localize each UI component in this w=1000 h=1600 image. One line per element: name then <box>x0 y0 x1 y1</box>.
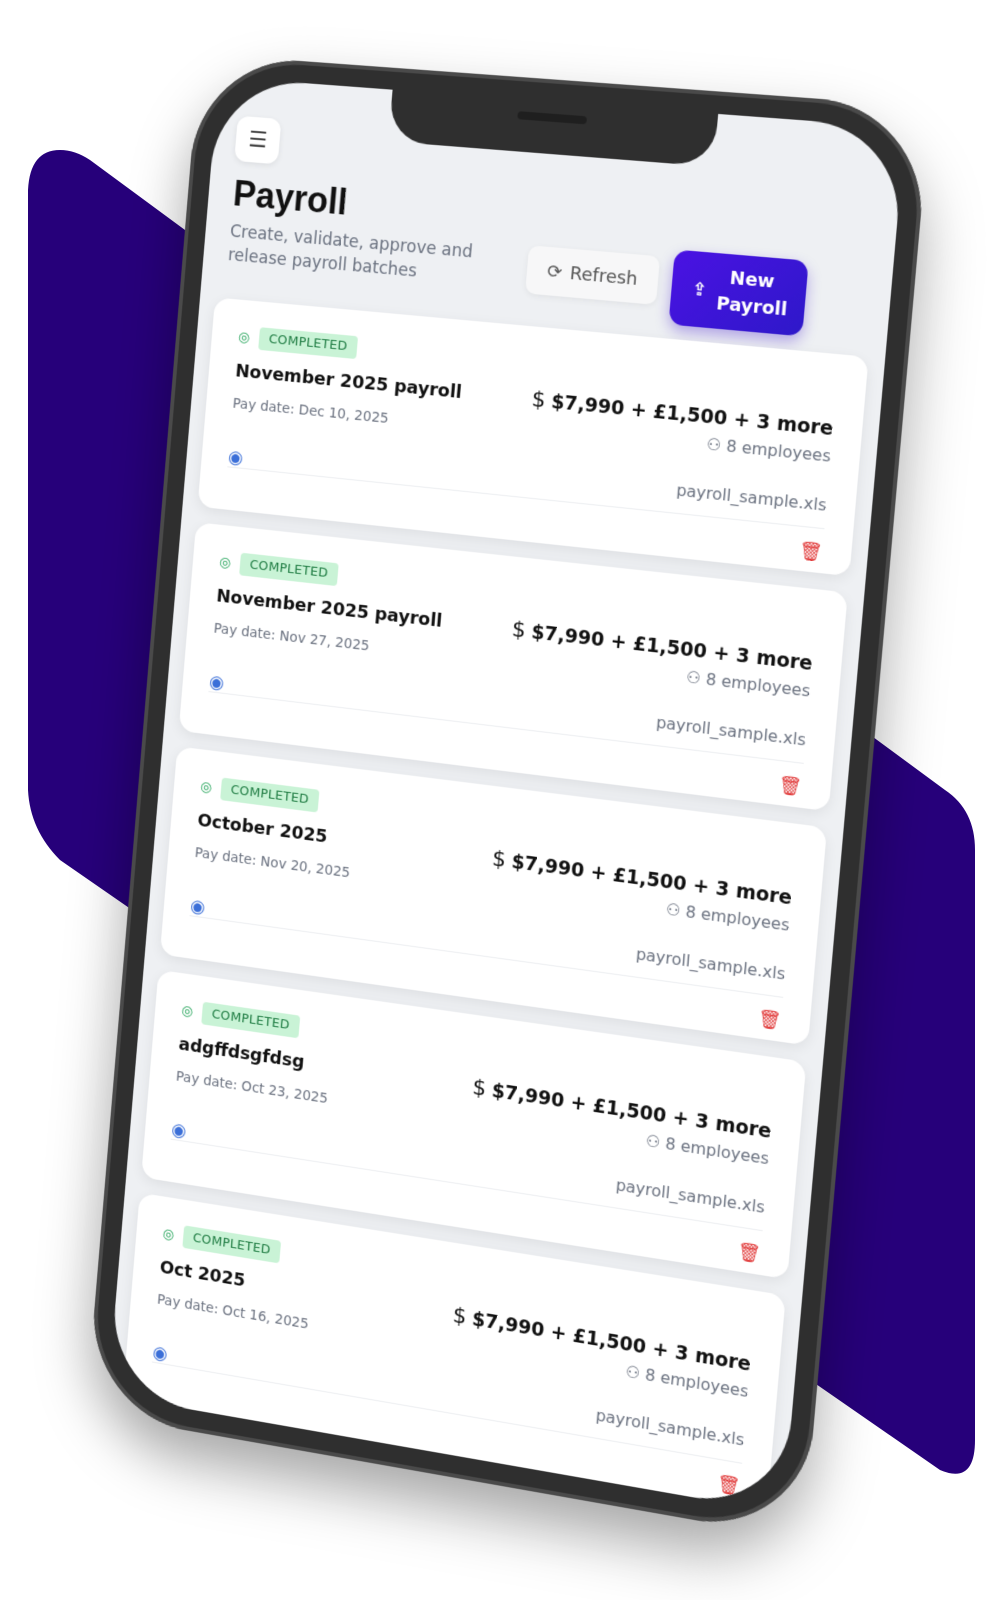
pay-date: Pay date: Nov 20, 2025 <box>194 845 351 881</box>
menu-icon: ☰ <box>247 127 268 153</box>
status-badge: COMPLETED <box>258 327 358 359</box>
upload-icon: ⇪ <box>691 278 708 301</box>
eye-icon[interactable]: ◉ <box>227 447 244 469</box>
new-payroll-label: New Payroll <box>715 265 787 324</box>
check-circle-icon: ◎ <box>162 1225 175 1242</box>
refresh-label: Refresh <box>569 262 638 289</box>
users-icon: ⚇ <box>645 1131 666 1153</box>
pay-date: Pay date: Nov 27, 2025 <box>213 621 370 655</box>
payroll-title: Oct 2025 <box>159 1257 246 1291</box>
new-payroll-button[interactable]: ⇪ New Payroll <box>668 249 808 336</box>
refresh-button[interactable]: ⟳ Refresh <box>525 245 660 305</box>
phone-frame: ☰ Payroll Create, validate, approve and … <box>86 54 931 1540</box>
payroll-list: ◎ COMPLETED November 2025 payroll Pay da… <box>121 297 869 1513</box>
users-icon: ⚇ <box>625 1362 646 1384</box>
trash-icon[interactable]: 🗑 <box>716 1473 741 1498</box>
file-name: payroll_sample.xls <box>655 713 806 750</box>
status-badge: COMPLETED <box>183 1225 281 1263</box>
pay-date: Pay date: Oct 16, 2025 <box>157 1292 310 1333</box>
payroll-title: November 2025 payroll <box>235 361 463 404</box>
status-row: ◎ COMPLETED <box>200 775 320 813</box>
employee-count-text: 8 employees <box>725 436 831 466</box>
status-badge: COMPLETED <box>201 1002 300 1039</box>
pay-date: Pay date: Oct 23, 2025 <box>175 1069 328 1107</box>
amount-value: $7,990 + £1,500 + 3 more <box>511 851 793 910</box>
status-row: ◎ COMPLETED <box>181 999 301 1038</box>
phone-mockup: ☰ Payroll Create, validate, approve and … <box>86 54 931 1540</box>
trash-icon[interactable]: 🗑 <box>798 540 823 564</box>
check-circle-icon: ◎ <box>219 554 232 571</box>
currency-symbol: $ <box>511 617 527 644</box>
page-title: Payroll <box>232 173 349 224</box>
status-row: ◎ COMPLETED <box>162 1222 281 1263</box>
amount-value: $7,990 + £1,500 + 3 more <box>551 391 835 440</box>
refresh-icon: ⟳ <box>546 260 563 282</box>
status-badge: COMPLETED <box>220 778 319 813</box>
trash-icon[interactable]: 🗑 <box>757 1008 782 1033</box>
currency-symbol: $ <box>531 387 547 413</box>
status-badge: COMPLETED <box>239 553 338 586</box>
file-name: payroll_sample.xls <box>635 944 786 984</box>
check-circle-icon: ◎ <box>181 1002 194 1019</box>
trash-icon[interactable]: 🗑 <box>777 774 802 798</box>
file-name: payroll_sample.xls <box>676 480 828 515</box>
menu-button[interactable]: ☰ <box>234 116 281 165</box>
amount-value: $7,990 + £1,500 + 3 more <box>531 621 814 675</box>
status-row: ◎ COMPLETED <box>218 550 338 586</box>
speaker-grille <box>517 111 587 124</box>
page-subtitle: Create, validate, approve and release pa… <box>227 220 519 293</box>
users-icon: ⚇ <box>665 899 686 921</box>
currency-symbol: $ <box>472 1075 488 1102</box>
payroll-amount: $ $7,990 + £1,500 + 3 more <box>452 1303 752 1377</box>
phone-notch <box>388 90 718 167</box>
currency-symbol: $ <box>491 846 507 873</box>
users-icon: ⚇ <box>685 667 706 688</box>
payroll-amount: $ $7,990 + £1,500 + 3 more <box>531 387 835 441</box>
payroll-title: adgffdsgfdsg <box>178 1034 305 1073</box>
phone-screen: ☰ Payroll Create, validate, approve and … <box>108 77 906 1513</box>
payroll-amount: $ $7,990 + £1,500 + 3 more <box>472 1075 773 1144</box>
trash-icon[interactable]: 🗑 <box>736 1241 761 1266</box>
currency-symbol: $ <box>452 1303 468 1330</box>
file-name: payroll_sample.xls <box>595 1405 745 1449</box>
pay-date: Pay date: Dec 10, 2025 <box>232 396 389 427</box>
check-circle-icon: ◎ <box>238 329 251 346</box>
amount-value: $7,990 + £1,500 + 3 more <box>471 1308 751 1376</box>
payroll-title: October 2025 <box>197 810 328 847</box>
users-icon: ⚇ <box>706 434 727 455</box>
status-row: ◎ COMPLETED <box>237 325 358 359</box>
amount-value: $7,990 + £1,500 + 3 more <box>491 1080 772 1143</box>
payroll-amount: $ $7,990 + £1,500 + 3 more <box>491 846 793 910</box>
check-circle-icon: ◎ <box>200 778 213 795</box>
payroll-amount: $ $7,990 + £1,500 + 3 more <box>511 617 814 676</box>
